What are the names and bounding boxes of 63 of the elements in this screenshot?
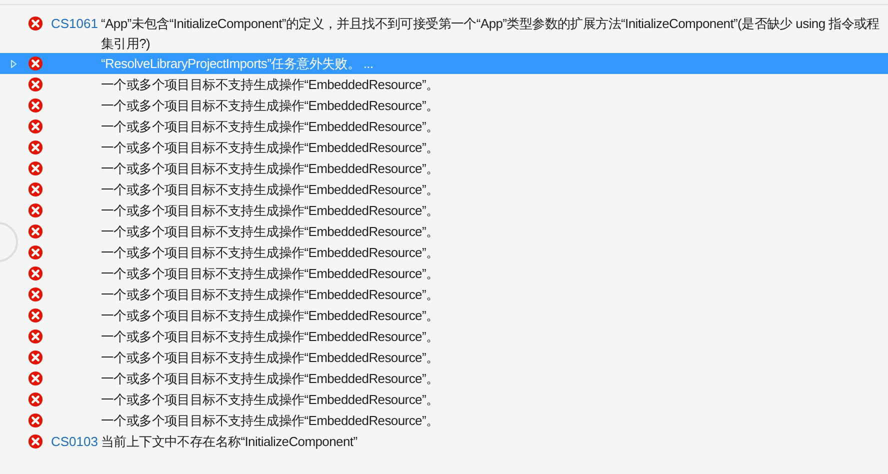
error-row[interactable]: 一个或多个项目目标不支持生成操作“EmbeddedResource”。 — [0, 410, 888, 431]
error-icon — [28, 77, 43, 92]
error-icon — [28, 224, 43, 239]
error-message: 一个或多个项目目标不支持生成操作“EmbeddedResource”。 — [101, 265, 439, 283]
expand-arrow-icon[interactable] — [11, 60, 17, 68]
error-message: 一个或多个项目目标不支持生成操作“EmbeddedResource”。 — [101, 307, 439, 325]
error-message: 一个或多个项目目标不支持生成操作“EmbeddedResource”。 — [101, 160, 439, 178]
error-row[interactable]: 一个或多个项目目标不支持生成操作“EmbeddedResource”。 — [0, 74, 888, 95]
error-code[interactable]: CS1061 — [51, 16, 98, 31]
error-icon — [28, 245, 43, 260]
error-icon — [28, 119, 43, 134]
error-row[interactable]: 一个或多个项目目标不支持生成操作“EmbeddedResource”。 — [0, 242, 888, 263]
error-row[interactable]: 一个或多个项目目标不支持生成操作“EmbeddedResource”。 — [0, 200, 888, 221]
error-row[interactable]: 一个或多个项目目标不支持生成操作“EmbeddedResource”。 — [0, 347, 888, 368]
error-icon — [28, 392, 43, 407]
error-message: 一个或多个项目目标不支持生成操作“EmbeddedResource”。 — [101, 391, 439, 409]
error-message: 一个或多个项目目标不支持生成操作“EmbeddedResource”。 — [101, 139, 439, 157]
error-row[interactable]: 一个或多个项目目标不支持生成操作“EmbeddedResource”。 — [0, 158, 888, 179]
error-icon — [28, 16, 43, 31]
error-icon — [28, 266, 43, 281]
error-message: 一个或多个项目目标不支持生成操作“EmbeddedResource”。 — [101, 244, 439, 262]
error-message: 一个或多个项目目标不支持生成操作“EmbeddedResource”。 — [101, 97, 439, 115]
error-row[interactable]: CS1061 “App”未包含“InitializeComponent”的定义，并且找不到可接受第一个“App”类型参数的扩展方法“InitializeComponent”(是否缺少 using 指令或程 集引用?) — [0, 13, 888, 53]
error-icon — [28, 434, 43, 449]
error-icon — [28, 413, 43, 428]
error-icon — [28, 287, 43, 302]
error-row[interactable]: 一个或多个项目目标不支持生成操作“EmbeddedResource”。 — [0, 284, 888, 305]
error-row[interactable]: 一个或多个项目目标不支持生成操作“EmbeddedResource”。 — [0, 116, 888, 137]
error-message: “App”未包含“InitializeComponent”的定义，并且找不到可接受第一个“App”类型参数的扩展方法“InitializeComponent”(是否缺少 using 指令或程 — [101, 15, 880, 33]
error-message: 一个或多个项目目标不支持生成操作“EmbeddedResource”。 — [101, 181, 439, 199]
error-icon — [28, 329, 43, 344]
error-icon — [28, 182, 43, 197]
error-icon — [28, 161, 43, 176]
error-row[interactable]: 一个或多个项目目标不支持生成操作“EmbeddedResource”。 — [0, 95, 888, 116]
error-message: 一个或多个项目目标不支持生成操作“EmbeddedResource”。 — [101, 202, 439, 220]
error-message: 一个或多个项目目标不支持生成操作“EmbeddedResource”。 — [101, 412, 439, 430]
error-icon — [28, 56, 43, 71]
error-row[interactable]: 一个或多个项目目标不支持生成操作“EmbeddedResource”。 — [0, 137, 888, 158]
error-row[interactable]: 一个或多个项目目标不支持生成操作“EmbeddedResource”。 — [0, 305, 888, 326]
error-message: 一个或多个项目目标不支持生成操作“EmbeddedResource”。 — [101, 76, 439, 94]
error-icon — [28, 98, 43, 113]
error-row[interactable]: 一个或多个项目目标不支持生成操作“EmbeddedResource”。 — [0, 389, 888, 410]
error-icon — [28, 203, 43, 218]
error-icon — [28, 350, 43, 365]
error-row[interactable]: 一个或多个项目目标不支持生成操作“EmbeddedResource”。 — [0, 263, 888, 284]
error-row[interactable]: 一个或多个项目目标不支持生成操作“EmbeddedResource”。 — [0, 368, 888, 389]
error-message: 一个或多个项目目标不支持生成操作“EmbeddedResource”。 — [101, 118, 439, 136]
error-message: 一个或多个项目目标不支持生成操作“EmbeddedResource”。 — [101, 223, 439, 241]
error-row[interactable]: CS0103 当前上下文中不存在名称“InitializeComponent” — [0, 431, 888, 452]
error-code[interactable]: CS0103 — [51, 434, 98, 449]
error-icon — [28, 140, 43, 155]
error-row[interactable]: 一个或多个项目目标不支持生成操作“EmbeddedResource”。 — [0, 326, 888, 347]
error-message: 集引用?) — [101, 35, 152, 53]
error-row[interactable]: 一个或多个项目目标不支持生成操作“EmbeddedResource”。 — [0, 179, 888, 200]
error-icon — [28, 308, 43, 323]
error-message: 一个或多个项目目标不支持生成操作“EmbeddedResource”。 — [101, 286, 439, 304]
error-message: 当前上下文中不存在名称“InitializeComponent” — [101, 433, 358, 451]
error-icon — [28, 371, 43, 386]
error-row[interactable]: 一个或多个项目目标不支持生成操作“EmbeddedResource”。 — [0, 221, 888, 242]
error-message: “ResolveLibraryProjectImports”任务意外失败。 ... — [101, 55, 374, 73]
error-message: 一个或多个项目目标不支持生成操作“EmbeddedResource”。 — [101, 370, 439, 388]
error-message: 一个或多个项目目标不支持生成操作“EmbeddedResource”。 — [101, 349, 439, 367]
error-message: 一个或多个项目目标不支持生成操作“EmbeddedResource”。 — [101, 328, 439, 346]
